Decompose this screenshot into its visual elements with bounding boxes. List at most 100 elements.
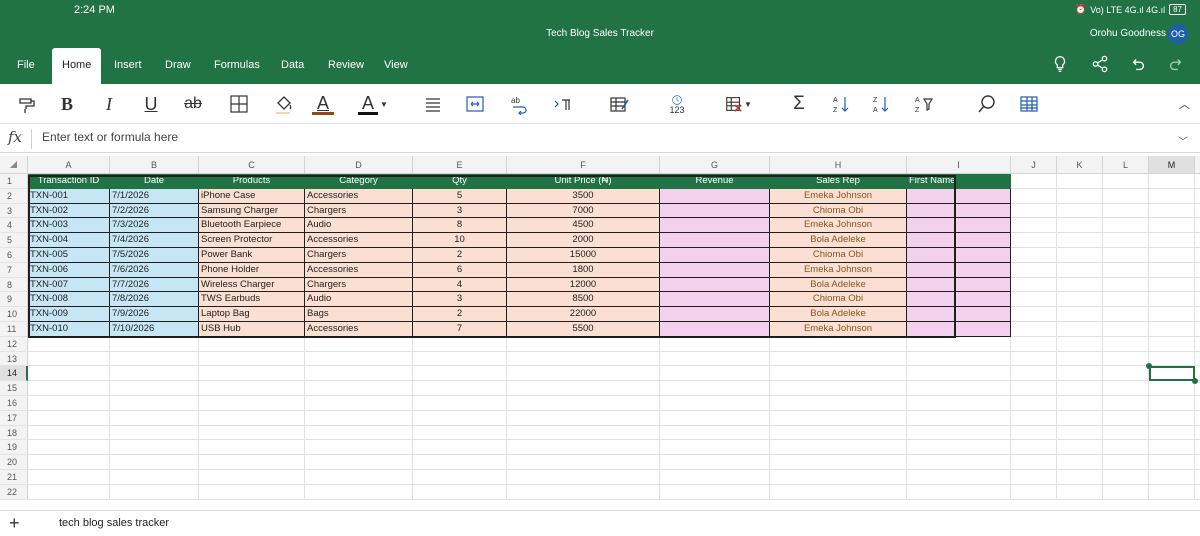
column-header-i[interactable]: I (907, 156, 1011, 174)
empty-cell[interactable] (413, 425, 507, 441)
column-header-e[interactable]: E (413, 156, 507, 174)
table-cell[interactable] (907, 292, 1011, 308)
empty-cell[interactable] (110, 396, 199, 411)
empty-cell[interactable] (413, 410, 507, 426)
empty-cell[interactable] (1011, 484, 1057, 500)
table-header-cell[interactable]: Unit Price (₦) (507, 174, 660, 189)
table-cell[interactable] (907, 248, 1011, 263)
empty-cell[interactable] (1103, 218, 1149, 234)
table-cell[interactable] (907, 322, 1011, 337)
table-cell[interactable]: 7/9/2026 (110, 307, 199, 322)
table-cell[interactable] (660, 203, 770, 219)
empty-cell[interactable] (1149, 262, 1195, 278)
table-cell[interactable] (660, 188, 770, 204)
empty-cell[interactable] (660, 455, 770, 470)
table-cell[interactable]: 7/2/2026 (110, 203, 199, 219)
empty-cell[interactable] (1057, 277, 1103, 293)
table-cell[interactable] (907, 188, 1011, 204)
column-header-m[interactable]: M (1149, 156, 1195, 174)
empty-cell[interactable] (1057, 425, 1103, 441)
number-format-button[interactable]: 123 (664, 92, 690, 116)
tab-view[interactable]: View (384, 59, 408, 71)
empty-cell[interactable] (1149, 425, 1195, 441)
empty-cell[interactable] (199, 381, 305, 396)
empty-cell[interactable] (28, 410, 110, 426)
empty-cell[interactable] (1011, 351, 1057, 367)
empty-cell[interactable] (1195, 292, 1200, 308)
row-header-20[interactable]: 20 (0, 455, 28, 470)
find-icon[interactable] (974, 92, 1000, 116)
table-cell[interactable]: 8 (413, 218, 507, 234)
table-header-cell[interactable]: Products (199, 174, 305, 189)
table-cell[interactable]: iPhone Case (199, 188, 305, 204)
empty-cell[interactable] (1057, 351, 1103, 367)
empty-cell[interactable] (1195, 411, 1200, 426)
empty-cell[interactable] (199, 351, 305, 367)
empty-cell[interactable] (1195, 248, 1200, 263)
row-header-8[interactable]: 8 (0, 277, 28, 293)
empty-cell[interactable] (1057, 292, 1103, 308)
table-cell[interactable] (660, 292, 770, 308)
sort-ascending-icon[interactable]: AZ (828, 92, 854, 116)
empty-cell[interactable] (110, 484, 199, 500)
empty-cell[interactable] (1103, 455, 1149, 470)
empty-cell[interactable] (1057, 188, 1103, 204)
column-header-h[interactable]: H (770, 156, 907, 174)
table-cell[interactable] (660, 307, 770, 322)
empty-cell[interactable] (1103, 203, 1149, 219)
empty-cell[interactable] (1195, 470, 1200, 485)
table-cell[interactable]: Phone Holder (199, 262, 305, 278)
table-cell[interactable] (907, 233, 1011, 248)
empty-cell[interactable] (1149, 233, 1195, 248)
table-cell[interactable]: TXN-007 (28, 277, 110, 293)
empty-cell[interactable] (1011, 396, 1057, 411)
empty-cell[interactable] (110, 425, 199, 441)
empty-cell[interactable] (1103, 366, 1149, 382)
empty-cell[interactable] (1103, 351, 1149, 367)
row-header-9[interactable]: 9 (0, 292, 28, 308)
table-cell[interactable] (907, 203, 1011, 219)
sort-descending-icon[interactable]: ZA (868, 92, 894, 116)
fx-icon[interactable]: fx (8, 128, 22, 146)
empty-cell[interactable] (1149, 203, 1195, 219)
tab-data[interactable]: Data (281, 59, 304, 71)
empty-cell[interactable] (1011, 410, 1057, 426)
table-cell[interactable]: 7/10/2026 (110, 322, 199, 337)
empty-cell[interactable] (907, 484, 1011, 500)
empty-cell[interactable] (770, 381, 907, 396)
empty-cell[interactable] (1103, 322, 1149, 337)
empty-cell[interactable] (770, 470, 907, 485)
empty-cell[interactable] (1057, 396, 1103, 411)
empty-cell[interactable] (1195, 233, 1200, 248)
empty-cell[interactable] (770, 484, 907, 500)
empty-cell[interactable] (28, 351, 110, 367)
table-cell[interactable]: 22000 (507, 307, 660, 322)
empty-cell[interactable] (1011, 425, 1057, 441)
redo-icon[interactable] (1166, 54, 1186, 74)
empty-cell[interactable] (507, 484, 660, 500)
table-cell[interactable] (660, 277, 770, 293)
table-cell[interactable]: Emeka Johnson (770, 218, 907, 234)
empty-cell[interactable] (305, 366, 413, 382)
empty-cell[interactable] (507, 381, 660, 396)
table-cell[interactable]: Audio (305, 292, 413, 308)
table-cell[interactable]: 2000 (507, 233, 660, 248)
table-cell[interactable] (907, 307, 1011, 322)
empty-cell[interactable] (770, 410, 907, 426)
empty-cell[interactable] (1149, 188, 1195, 204)
empty-cell[interactable] (1149, 396, 1195, 411)
empty-cell[interactable] (1103, 277, 1149, 293)
table-cell[interactable]: Chargers (305, 248, 413, 263)
row-header-5[interactable]: 5 (0, 233, 28, 248)
table-cell[interactable]: 15000 (507, 248, 660, 263)
column-header-d[interactable]: D (305, 156, 413, 174)
empty-cell[interactable] (110, 470, 199, 485)
empty-cell[interactable] (1057, 233, 1103, 248)
column-header-n[interactable]: N (1195, 156, 1200, 174)
empty-cell[interactable] (1011, 307, 1057, 322)
empty-cell[interactable] (507, 336, 660, 352)
empty-cell[interactable] (28, 470, 110, 485)
table-cell[interactable]: 3 (413, 203, 507, 219)
empty-cell[interactable] (1149, 410, 1195, 426)
expand-formula-icon[interactable]: ﹀ (1178, 133, 1188, 148)
